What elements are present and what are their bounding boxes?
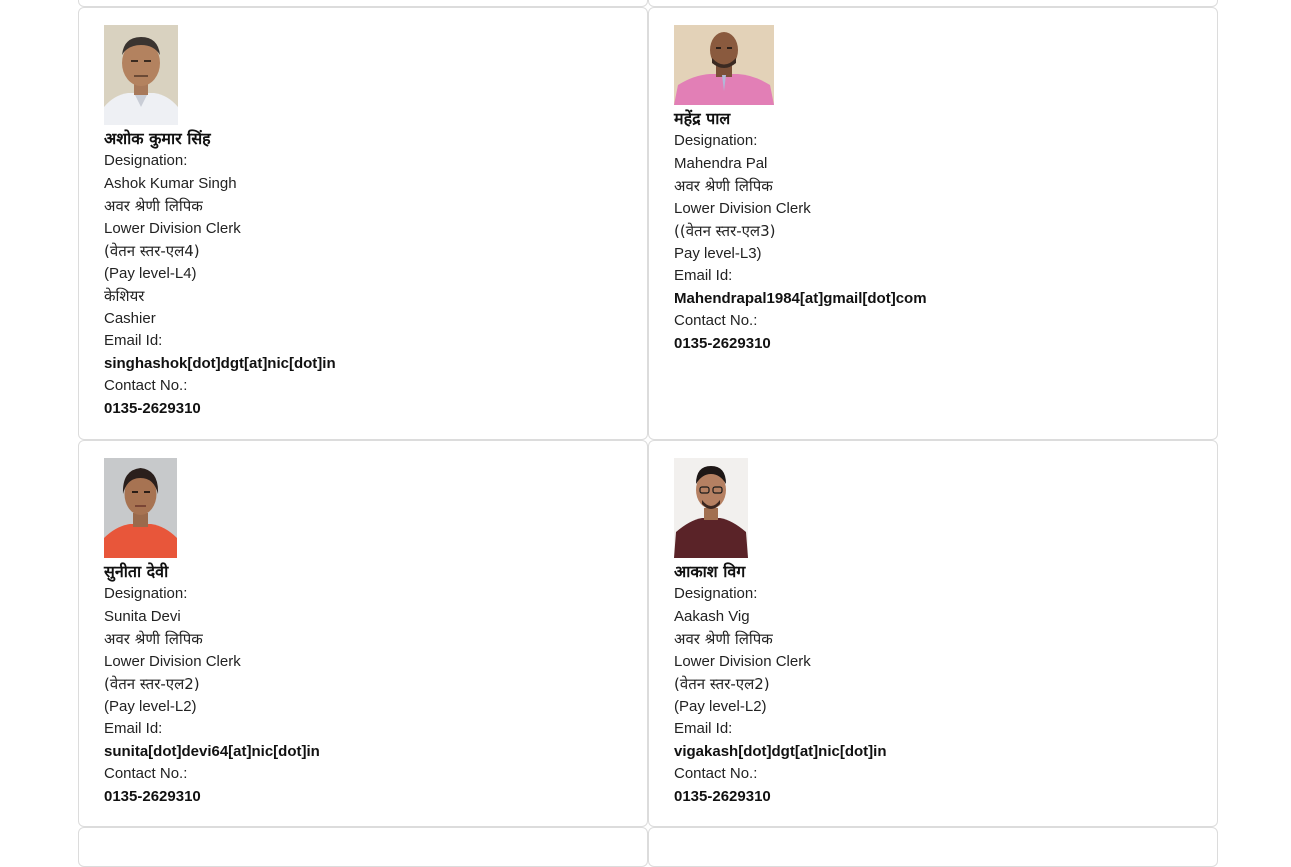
post-hindi: अवर श्रेणी लिपिक	[674, 630, 773, 648]
email-label: Email Id:	[104, 332, 163, 349]
designation-label: Designation:	[674, 585, 758, 602]
email-label: Email Id:	[674, 720, 733, 737]
pay-level-english: (Pay level-L2)	[674, 697, 767, 715]
post-hindi: अवर श्रेणी लिपिक	[104, 630, 203, 648]
email-value: singhashok[dot]dgt[at]nic[dot]in	[104, 354, 336, 372]
role-english: Cashier	[104, 309, 156, 327]
pay-level-hindi: (वेतन स्तर-एल2)	[104, 675, 200, 693]
staff-name-english: Sunita Devi	[104, 607, 181, 625]
contact-value: 0135-2629310	[674, 787, 771, 805]
contact-label: Contact No.:	[104, 377, 188, 394]
staff-card-partial	[78, 0, 648, 7]
staff-card-partial	[78, 827, 648, 867]
email-value: vigakash[dot]dgt[at]nic[dot]in	[674, 742, 887, 760]
staff-photo	[674, 25, 774, 105]
post-english: Lower Division Clerk	[104, 219, 241, 237]
staff-name-hindi: सुनीता देवी	[104, 562, 169, 581]
contact-value: 0135-2629310	[674, 334, 771, 352]
staff-photo	[104, 25, 178, 125]
staff-name-english: Mahendra Pal	[674, 154, 768, 172]
designation-label: Designation:	[104, 585, 188, 602]
email-value: Mahendrapal1984[at]gmail[dot]com	[674, 289, 927, 307]
staff-photo	[104, 458, 177, 558]
staff-name-english: Aakash Vig	[674, 607, 750, 625]
pay-level-hindi: ((वेतन स्तर-एल3)	[674, 222, 776, 240]
email-value: sunita[dot]devi64[at]nic[dot]in	[104, 742, 320, 760]
email-label: Email Id:	[104, 720, 163, 737]
staff-name-hindi: आकाश विग	[674, 562, 746, 581]
email-label: Email Id:	[674, 267, 733, 284]
staff-card: महेंद्र पाल Designation: Mahendra Pal अव…	[648, 7, 1218, 440]
staff-card: आकाश विग Designation: Aakash Vig अवर श्र…	[648, 440, 1218, 827]
staff-card: अशोक कुमार सिंह Designation: Ashok Kumar…	[78, 7, 648, 440]
post-english: Lower Division Clerk	[674, 199, 811, 217]
post-hindi: अवर श्रेणी लिपिक	[674, 177, 773, 195]
staff-card-partial	[648, 827, 1218, 867]
post-english: Lower Division Clerk	[674, 652, 811, 670]
contact-label: Contact No.:	[104, 765, 188, 782]
post-hindi: अवर श्रेणी लिपिक	[104, 197, 203, 215]
designation-label: Designation:	[674, 132, 758, 149]
contact-label: Contact No.:	[674, 765, 758, 782]
pay-level-hindi: (वेतन स्तर-एल4)	[104, 242, 200, 260]
pay-level-hindi: (वेतन स्तर-एल2)	[674, 675, 770, 693]
staff-photo	[674, 458, 748, 558]
role-hindi: केशियर	[104, 287, 145, 305]
contact-label: Contact No.:	[674, 312, 758, 329]
staff-name-hindi: अशोक कुमार सिंह	[104, 129, 211, 148]
designation-label: Designation:	[104, 152, 188, 169]
staff-card: सुनीता देवी Designation: Sunita Devi अवर…	[78, 440, 648, 827]
staff-name-hindi: महेंद्र पाल	[674, 109, 731, 128]
staff-card-partial	[648, 0, 1218, 7]
staff-name-english: Ashok Kumar Singh	[104, 174, 237, 192]
pay-level-english: Pay level-L3)	[674, 244, 762, 262]
contact-value: 0135-2629310	[104, 787, 201, 805]
post-english: Lower Division Clerk	[104, 652, 241, 670]
pay-level-english: (Pay level-L2)	[104, 697, 197, 715]
contact-value: 0135-2629310	[104, 399, 201, 417]
pay-level-english: (Pay level-L4)	[104, 264, 197, 282]
